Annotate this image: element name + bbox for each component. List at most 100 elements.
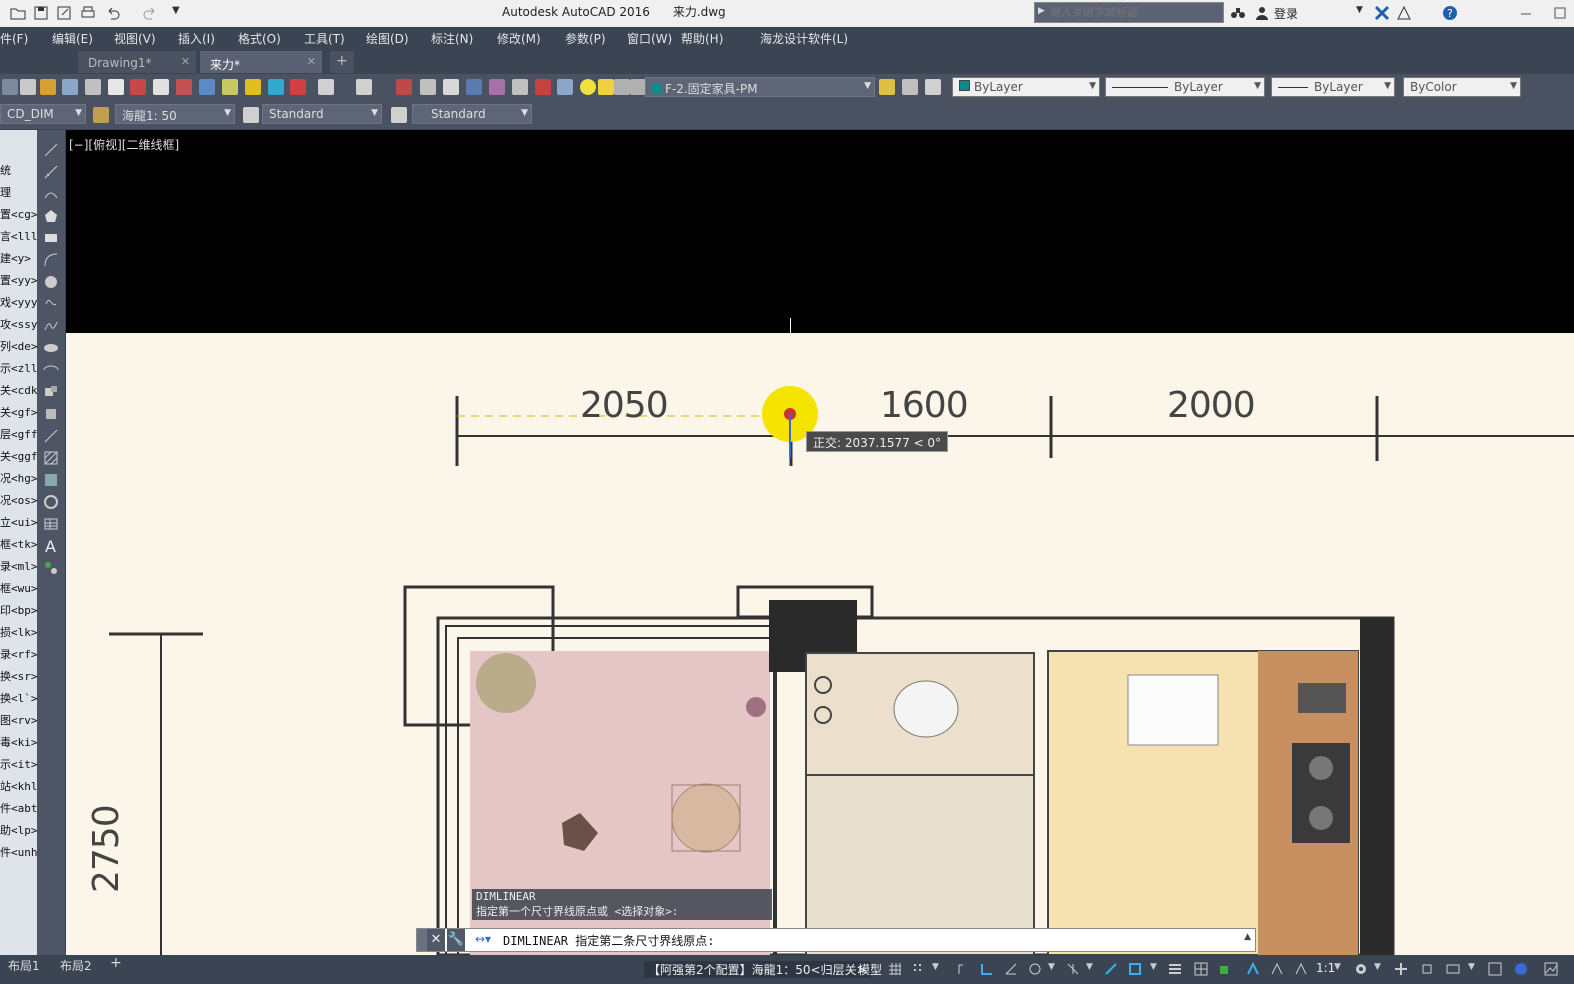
redo-icon[interactable]: [142, 5, 158, 21]
lineweight-icon[interactable]: [1168, 962, 1182, 976]
polyline-icon[interactable]: [43, 186, 59, 202]
menu-insert[interactable]: 插入(I): [178, 30, 215, 47]
gradient-icon[interactable]: [43, 472, 59, 488]
palette-item[interactable]: 关<cdk: [0, 382, 37, 398]
palette-item[interactable]: 件<unh: [0, 844, 37, 860]
palette-item[interactable]: 言<lll: [0, 228, 37, 244]
menu-view[interactable]: 视图(V): [114, 30, 156, 47]
auto-scale-icon[interactable]: [1270, 962, 1284, 976]
sun-icon[interactable]: [598, 79, 614, 95]
palette-item[interactable]: 统: [0, 162, 37, 178]
dropdown-icon[interactable]: ▼: [1150, 962, 1164, 976]
ellipse-arc-icon[interactable]: [43, 362, 59, 378]
model-space-button[interactable]: 模型: [858, 961, 882, 978]
palette-item[interactable]: 图<rv>: [0, 712, 37, 728]
palette-item[interactable]: 录<ml>: [0, 558, 37, 574]
save-icon[interactable]: [33, 5, 49, 21]
layer-previous-icon[interactable]: [902, 79, 918, 95]
palette-item[interactable]: 况<os>: [0, 492, 37, 508]
measure-icon[interactable]: [466, 79, 482, 95]
minimize-icon[interactable]: [1518, 5, 1534, 21]
plus-icon[interactable]: [1394, 962, 1408, 976]
infer-icon[interactable]: [956, 962, 970, 976]
login-link[interactable]: 登录: [1274, 5, 1298, 22]
hatch-icon[interactable]: [43, 450, 59, 466]
print-icon[interactable]: [80, 5, 96, 21]
construction-line-icon[interactable]: [43, 164, 59, 180]
close-icon[interactable]: ✕: [181, 55, 190, 68]
menu-modify[interactable]: 修改(M): [497, 30, 541, 47]
palette-item[interactable]: 层<gff: [0, 426, 37, 442]
layout-tab-1[interactable]: 布局1: [8, 957, 40, 974]
isolate-icon[interactable]: [1420, 962, 1434, 976]
palette-item[interactable]: 毒<ki>: [0, 734, 37, 750]
history-toggle-icon[interactable]: ▲: [1244, 932, 1251, 942]
dropdown-icon[interactable]: ▼: [1086, 962, 1100, 976]
add-layout-icon[interactable]: +: [110, 955, 122, 971]
ortho-icon[interactable]: [980, 962, 994, 976]
spline-icon[interactable]: [43, 318, 59, 334]
text-icon[interactable]: [245, 79, 261, 95]
text-style-dropdown[interactable]: Standard ▼: [262, 104, 382, 124]
menu-parametric[interactable]: 参数(P): [565, 30, 606, 47]
rectangle-icon[interactable]: [43, 230, 59, 246]
scale-dropdown[interactable]: 1:1: [1316, 961, 1335, 975]
palette-item[interactable]: 建<y>: [0, 250, 37, 266]
palette-item[interactable]: 关<gf>: [0, 404, 37, 420]
insert-block-icon[interactable]: [43, 384, 59, 400]
object-track-icon[interactable]: [1066, 962, 1080, 976]
maximize-icon[interactable]: [1552, 5, 1568, 21]
palette-item[interactable]: 助<lp>: [0, 822, 37, 838]
ellipse-icon[interactable]: [43, 340, 59, 356]
menu-tools[interactable]: 工具(T): [304, 30, 345, 47]
properties-icon[interactable]: [420, 79, 436, 95]
open-icon[interactable]: [10, 5, 26, 21]
exchange-icon[interactable]: [1374, 5, 1390, 21]
graph-icon[interactable]: [1544, 962, 1558, 976]
undo-icon[interactable]: [105, 5, 121, 21]
menu-format[interactable]: 格式(O): [238, 30, 281, 47]
palette-item[interactable]: 置<cg>: [0, 206, 37, 222]
match-prop-icon[interactable]: [489, 79, 505, 95]
osnap-icon[interactable]: [1104, 962, 1118, 976]
help-icon[interactable]: ?: [1442, 5, 1458, 21]
login-dropdown-icon[interactable]: ▼: [1356, 5, 1372, 21]
dropdown-icon[interactable]: ▼: [932, 962, 946, 976]
dropdown-icon[interactable]: ▼: [1334, 962, 1348, 976]
point-icon[interactable]: [43, 428, 59, 444]
hatch-icon[interactable]: [176, 79, 192, 95]
annotation-scale-dropdown[interactable]: 海龍1: 50 ▼: [115, 104, 235, 124]
ruler-icon[interactable]: [512, 79, 528, 95]
config-indicator[interactable]: 【阿强第2个配置】海龍1：50<归层关>: [644, 961, 871, 978]
table-style-dropdown[interactable]: Standard ▼: [412, 104, 532, 124]
dropdown-icon[interactable]: ▼: [1468, 962, 1482, 976]
globe-icon[interactable]: [1514, 962, 1528, 976]
palette-item[interactable]: 理: [0, 184, 37, 200]
xref-icon[interactable]: [153, 79, 169, 95]
text-style-icon[interactable]: [243, 107, 259, 123]
transparency-icon[interactable]: [1194, 962, 1208, 976]
isodraft-icon[interactable]: [1028, 962, 1042, 976]
menu-hailong[interactable]: 海龙设计软件(L): [760, 30, 848, 47]
grid-icon[interactable]: [888, 962, 902, 976]
insert-icon[interactable]: [108, 79, 124, 95]
save-as-icon[interactable]: [56, 5, 72, 21]
binoculars-icon[interactable]: [1230, 5, 1246, 21]
annotation-visibility-icon[interactable]: [1246, 962, 1260, 976]
dropdown-icon[interactable]: ▼: [1374, 962, 1388, 976]
plotstyle-dropdown[interactable]: ByColor ▼: [1403, 77, 1521, 97]
annotation-scale-icon[interactable]: [1294, 962, 1308, 976]
layer-tools-icon[interactable]: [925, 79, 941, 95]
drawing-canvas[interactable]: 2050 1600 2000 2750: [66, 333, 1574, 955]
palette-item[interactable]: 立<ui>: [0, 514, 37, 530]
workspace-gear-icon[interactable]: [1354, 962, 1368, 976]
polar-icon[interactable]: [1004, 962, 1018, 976]
line-icon[interactable]: [43, 142, 59, 158]
palette-item[interactable]: 件<abt: [0, 800, 37, 816]
magnet-icon[interactable]: [535, 79, 551, 95]
color-dropdown[interactable]: ByLayer ▼: [952, 77, 1100, 97]
palette-item[interactable]: 示<it>: [0, 756, 37, 772]
layer-state-icon[interactable]: [557, 79, 573, 95]
match-icon[interactable]: [20, 79, 36, 95]
close-icon[interactable]: ✕: [307, 55, 316, 68]
